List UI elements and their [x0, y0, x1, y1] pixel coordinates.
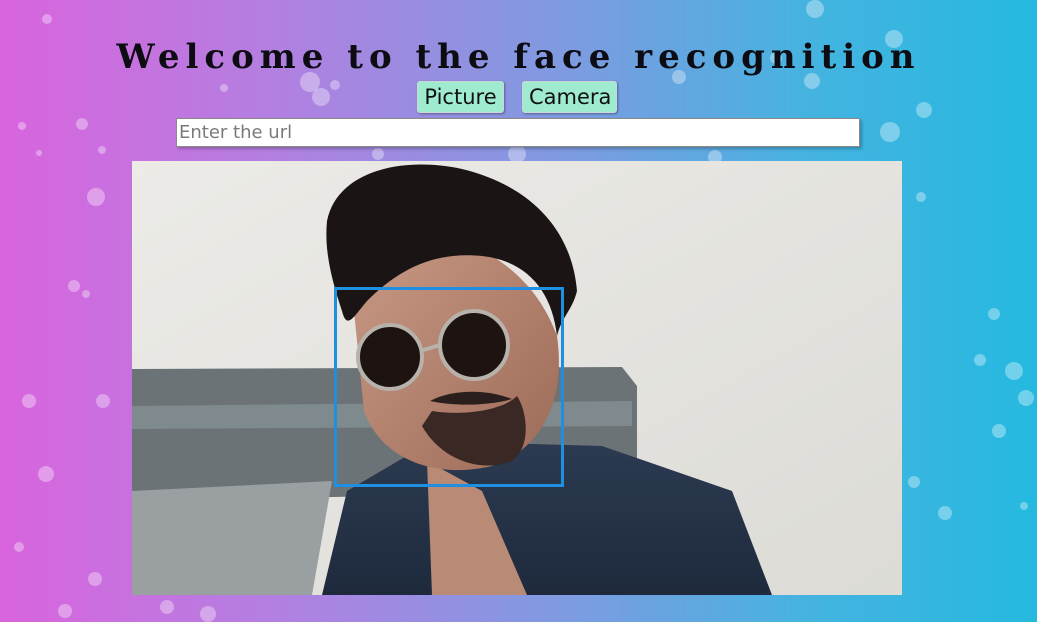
url-input[interactable]	[176, 118, 860, 147]
picture-button[interactable]: Picture	[417, 81, 504, 113]
page-title: Welcome to the face recognition	[116, 36, 921, 77]
uploaded-photo	[132, 161, 902, 595]
face-detection-box	[334, 287, 564, 487]
camera-button[interactable]: Camera	[522, 81, 617, 113]
